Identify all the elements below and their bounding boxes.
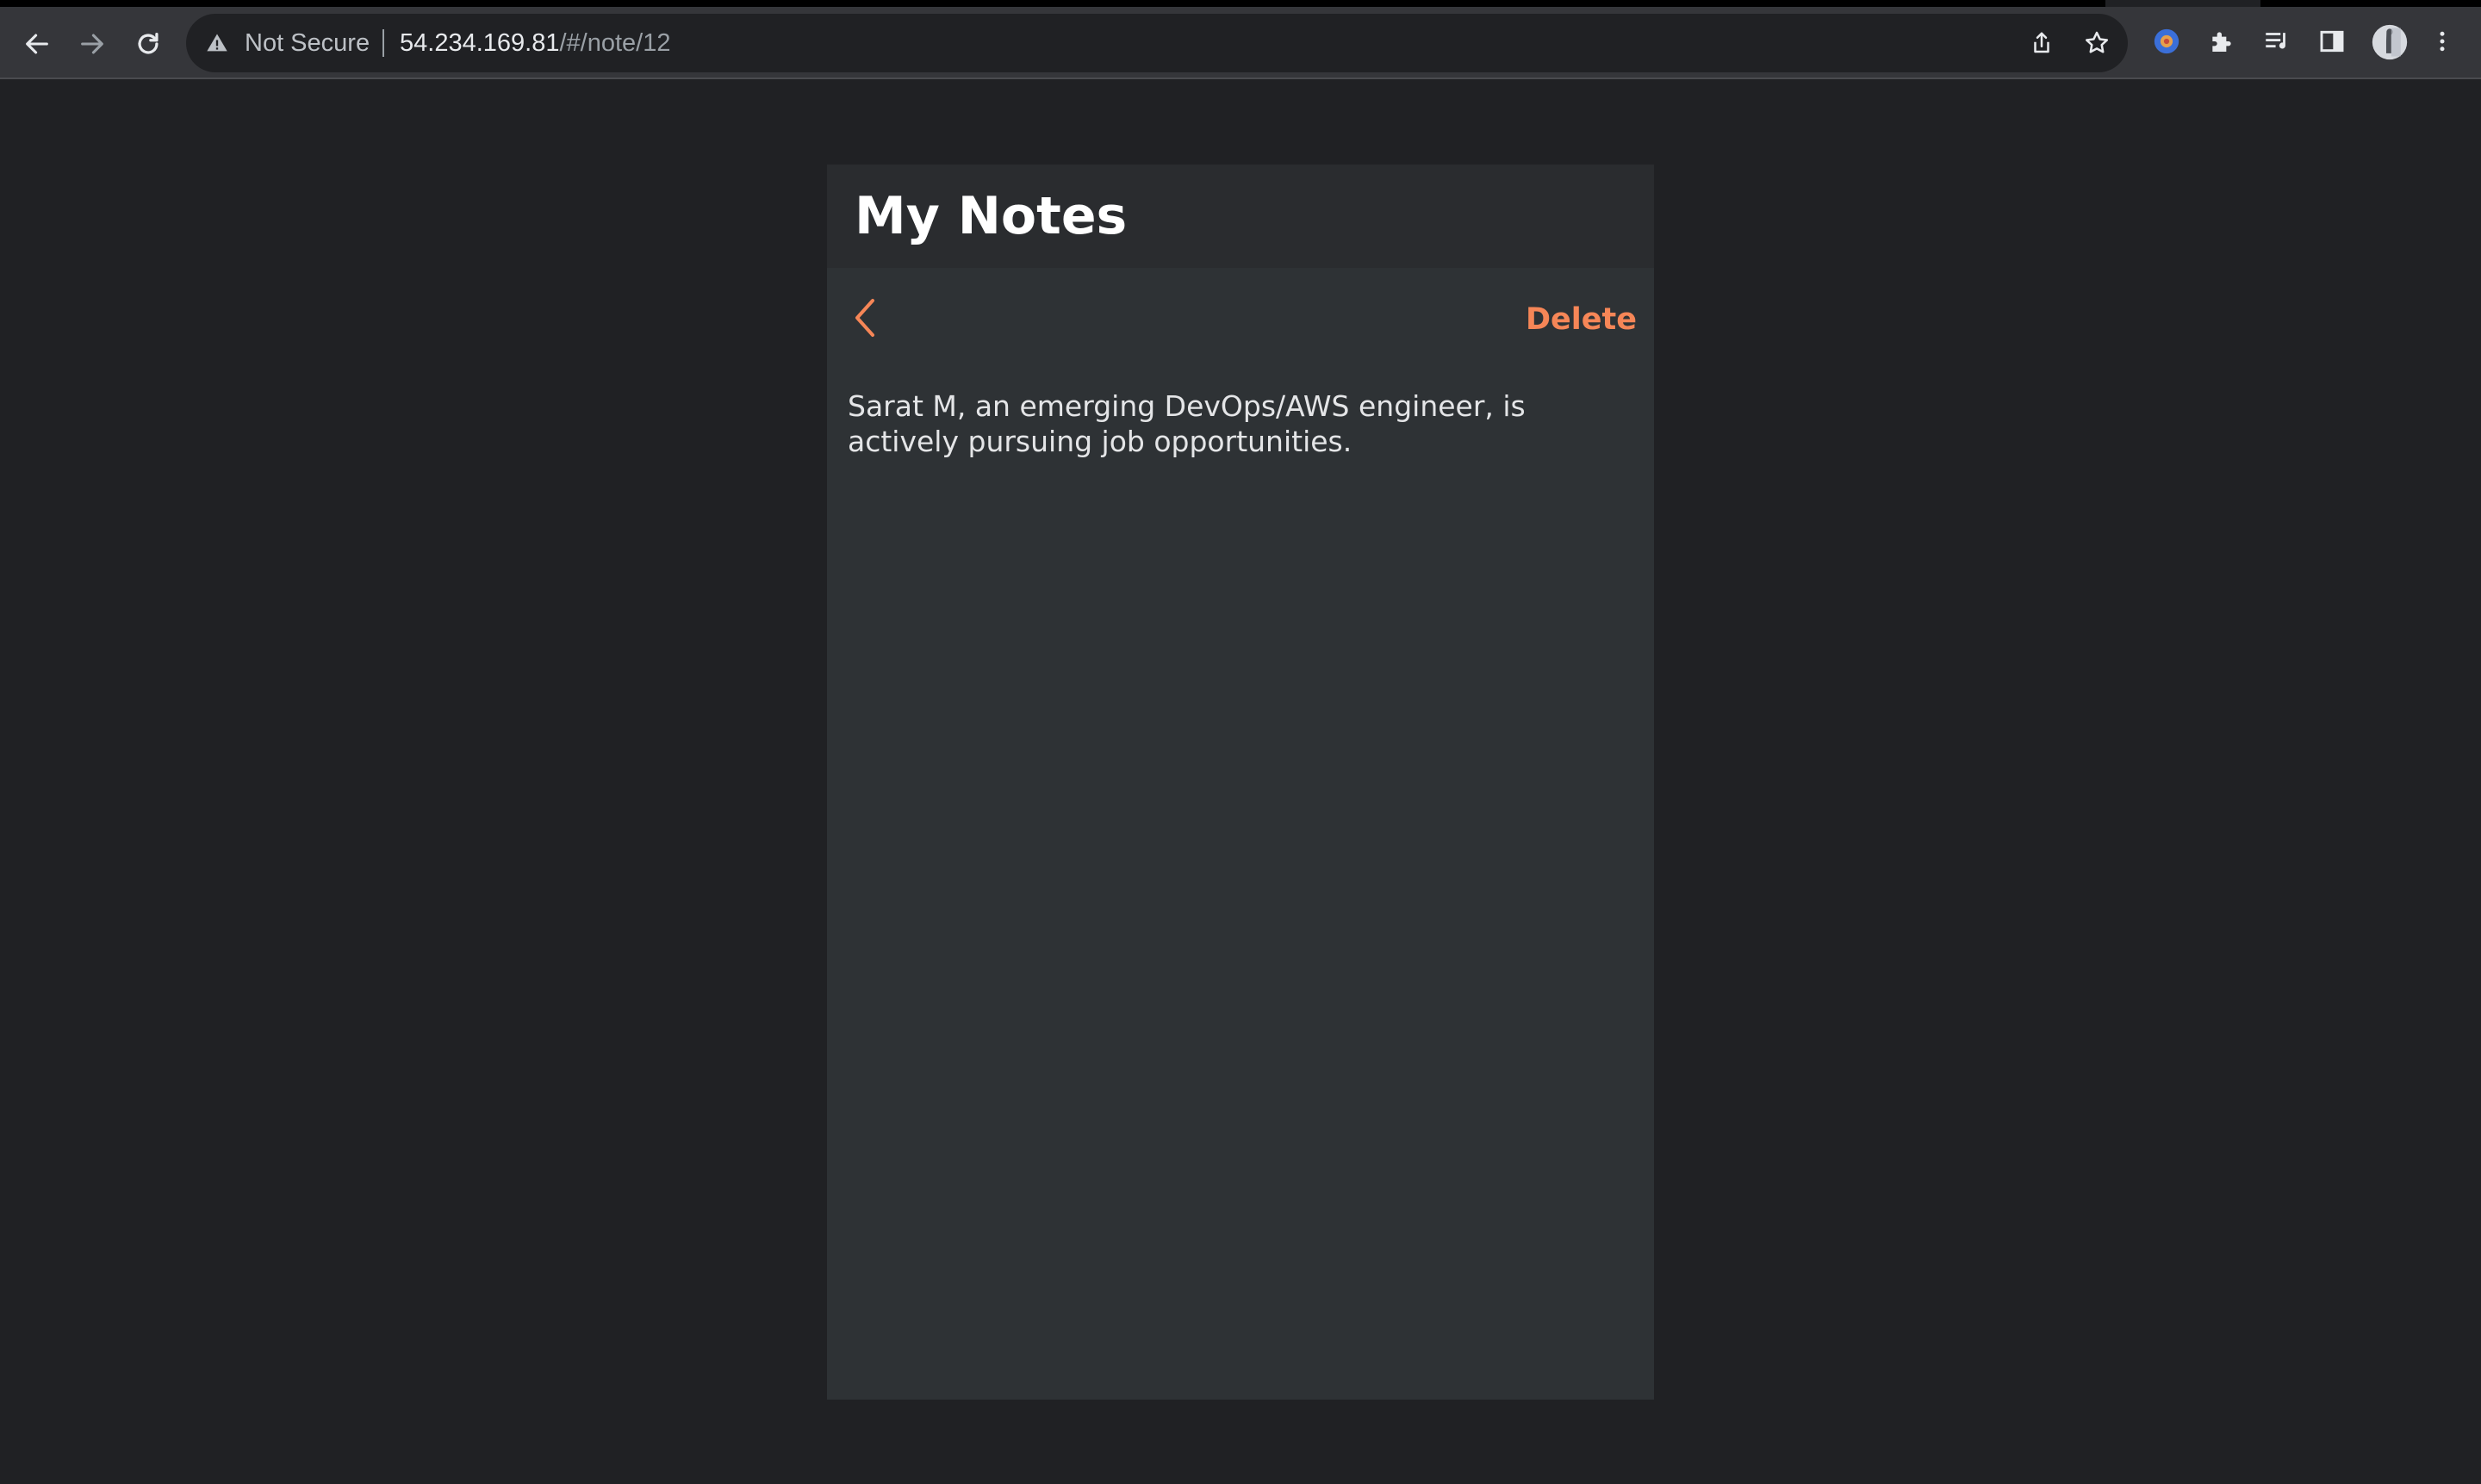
warning-triangle-icon <box>207 34 227 52</box>
page-viewport: My Notes Delete Sarat M, an emerging Dev… <box>0 81 2481 1484</box>
url-text[interactable]: 54.234.169.81/#/note/12 <box>400 14 670 72</box>
notes-app: My Notes Delete Sarat M, an emerging Dev… <box>827 165 1654 1400</box>
media-queue-icon <box>2266 33 2285 49</box>
profile-button[interactable] <box>2370 22 2409 62</box>
media-button[interactable] <box>2260 24 2294 59</box>
tab-indicator <box>2260 0 2481 7</box>
omnibox-divider <box>382 29 384 57</box>
address-bar[interactable]: Not Secure 54.234.169.81/#/note/12 <box>186 14 2128 72</box>
side-panel-icon <box>2320 30 2344 53</box>
url-host: 54.234.169.81 <box>400 29 560 57</box>
kebab-menu-icon <box>2440 31 2445 52</box>
reload-icon <box>138 33 159 54</box>
extensions-button[interactable] <box>2204 24 2239 59</box>
tab-strip <box>0 0 2481 7</box>
arrow-right-icon <box>81 34 103 54</box>
puzzle-icon <box>2212 32 2231 52</box>
extension-badge-icon <box>2154 28 2179 54</box>
side-panel-button[interactable] <box>2315 24 2349 59</box>
avatar <box>2372 24 2408 60</box>
active-tab-indicator <box>0 0 2105 7</box>
share-button[interactable] <box>2024 26 2059 60</box>
forward-button[interactable] <box>72 24 112 64</box>
security-label[interactable]: Not Secure <box>245 14 370 72</box>
reload-button[interactable] <box>128 24 168 64</box>
chevron-left-icon <box>855 299 874 337</box>
bookmark-button[interactable] <box>2080 26 2114 60</box>
star-icon <box>2086 31 2108 53</box>
share-icon <box>2034 32 2049 53</box>
url-path: /#/note/12 <box>559 29 671 57</box>
extension-button[interactable] <box>2149 24 2184 59</box>
browser-toolbar: Not Secure 54.234.169.81/#/note/12 <box>0 7 2481 79</box>
app-header: My Notes <box>827 165 1654 268</box>
arrow-left-icon <box>26 34 48 54</box>
back-to-notes-button[interactable] <box>844 294 886 342</box>
back-button[interactable] <box>17 24 57 64</box>
delete-button[interactable]: Delete <box>1526 295 1637 344</box>
note-textarea[interactable]: Sarat M, an emerging DevOps/AWS engineer… <box>848 388 1632 459</box>
app-title: My Notes <box>855 186 1128 246</box>
browser-menu-button[interactable] <box>2425 24 2459 59</box>
